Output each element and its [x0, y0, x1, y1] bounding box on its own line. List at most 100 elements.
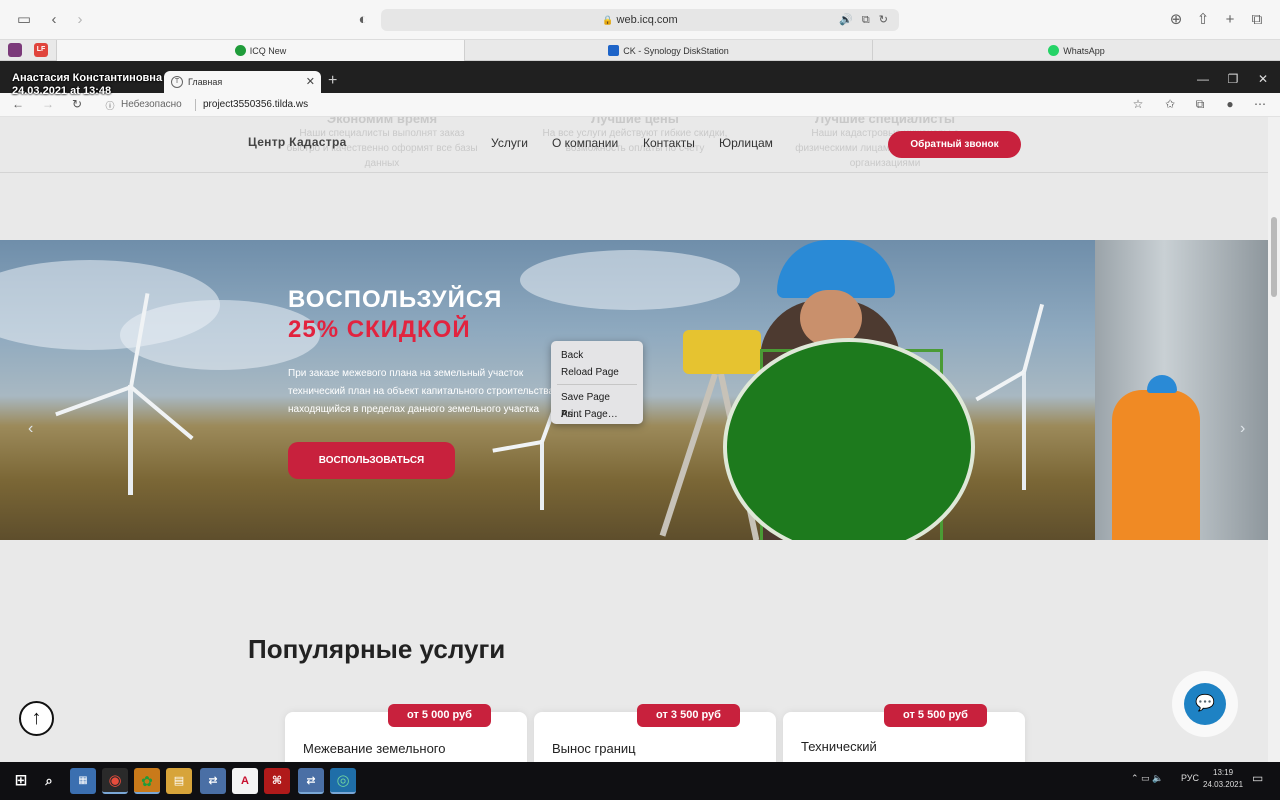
price-badge: от 5 500 руб	[884, 704, 987, 727]
page-scrollbar[interactable]	[1268, 117, 1280, 762]
calculator-icon[interactable]: ▦	[70, 768, 96, 794]
whatsapp-icon	[1048, 45, 1060, 56]
more-menu-icon[interactable]: ⋯	[1252, 97, 1268, 111]
service-card[interactable]: от 5 500 руб Технический	[783, 704, 1025, 762]
slider-prev-icon[interactable]: ‹	[28, 420, 33, 438]
service-title: Вынос границ	[552, 741, 636, 756]
close-window-icon[interactable]: ✕	[1249, 72, 1277, 86]
remote-app-icon[interactable]: ⇄	[200, 768, 226, 794]
network-app-icon[interactable]: ⇄	[298, 768, 324, 794]
address-actions-icons[interactable]: 🔊 ⧉ ↻	[839, 9, 891, 31]
nav-services[interactable]: Услуги	[491, 136, 528, 150]
menu-reload-page[interactable]: Reload Page	[551, 364, 643, 381]
turbine-blade	[975, 370, 1025, 402]
restore-icon[interactable]: ❐	[1219, 72, 1247, 86]
service-card[interactable]: от 3 500 руб Вынос границ	[534, 704, 776, 762]
pdf-reader-icon[interactable]: ⌘	[264, 768, 290, 794]
menu-back[interactable]: Back	[551, 347, 643, 364]
edge-tab-label: Главная	[188, 77, 223, 87]
edge-address-bar: ← → ↻ ⓘ Небезопасно project3550356.tilda…	[0, 93, 1280, 117]
edge-url[interactable]: project3550356.tilda.ws	[203, 99, 308, 110]
pinned-tab-2[interactable]: LF	[34, 43, 48, 57]
back-icon[interactable]: ‹	[44, 10, 64, 30]
turbine-blade	[129, 385, 194, 440]
services-title: Популярные услуги	[248, 634, 506, 664]
edge-tab-home[interactable]: T Главная ✕	[164, 71, 321, 93]
tab-icq[interactable]: ICQ New	[56, 40, 464, 61]
scrollbar-thumb[interactable]	[1271, 217, 1277, 297]
tab-synology[interactable]: CK - Synology DiskStation	[464, 40, 872, 61]
edge-back-icon[interactable]: ←	[10, 97, 26, 111]
slider-next-icon[interactable]: ›	[1240, 420, 1245, 438]
edge-refresh-icon[interactable]: ↻	[69, 97, 85, 111]
service-card[interactable]: от 5 000 руб Межевание земельного	[285, 704, 527, 762]
close-tab-icon[interactable]: ✕	[306, 75, 315, 88]
favorites-icon[interactable]: ✩	[1162, 97, 1178, 111]
sidebar-toggle-icon[interactable]: ▭	[14, 10, 34, 30]
edge-forward-icon[interactable]: →	[40, 97, 56, 111]
menu-save-page-as[interactable]: Save Page As…	[551, 389, 643, 420]
site-logo[interactable]: Центр Кадастра	[248, 135, 347, 149]
nav-about[interactable]: О компании	[552, 136, 618, 150]
tab-whatsapp[interactable]: WhatsApp	[872, 40, 1280, 61]
menu-print-page[interactable]: Print Page…	[551, 406, 643, 423]
security-label[interactable]: Небезопасно	[121, 99, 182, 110]
notifications-icon[interactable]: ▭	[1252, 771, 1263, 785]
cloud-shape	[520, 250, 740, 310]
hero-cta-button[interactable]: ВОСПОЛЬЗОВАТЬСЯ	[288, 442, 455, 479]
surveying-instrument	[683, 330, 761, 374]
profile-avatar-icon[interactable]: ●	[1222, 97, 1238, 111]
pinned-tab-1[interactable]	[8, 43, 22, 57]
safari-tab-bar: LF ICQ New CK - Synology DiskStation Wha…	[0, 40, 1280, 61]
search-icon[interactable]: ⌕	[36, 768, 62, 794]
taskbar-clock[interactable]: 13:19 24.03.2021	[1203, 767, 1243, 791]
callback-button[interactable]: Обратный звонок	[888, 131, 1021, 158]
favorite-star-icon[interactable]: ☆	[1130, 97, 1146, 111]
caller-timestamp: 24.03.2021 at 13:48	[12, 85, 112, 97]
lock-icon: 🔒	[602, 15, 614, 25]
tilda-icon: T	[171, 76, 183, 88]
hero-text-line: технический план на объект капитального …	[288, 386, 557, 397]
turbine-blade	[55, 385, 132, 417]
forward-icon[interactable]: ›	[70, 10, 90, 30]
info-icon[interactable]: ⓘ	[102, 99, 118, 112]
hero-text-line: При заказе межевого плана на земельный у…	[288, 368, 524, 379]
redaction-circle	[723, 338, 975, 540]
acrobat-icon[interactable]: A	[232, 768, 258, 794]
scroll-to-top-button[interactable]: ↑	[19, 701, 54, 736]
chrome-icon[interactable]: ◉	[102, 768, 128, 794]
edge-new-tab-icon[interactable]: +	[328, 72, 337, 90]
service-title: Технический	[801, 739, 877, 754]
web-page: Экономим время Наши специалисты выполнят…	[0, 117, 1268, 762]
tab-overview-icon[interactable]: ⧉	[1247, 10, 1267, 30]
address-bar[interactable]: 🔒 web.icq.com 🔊 ⧉ ↻	[381, 9, 899, 31]
menu-separator	[557, 384, 637, 385]
clock-date: 24.03.2021	[1203, 780, 1244, 789]
start-icon[interactable]: ⊞	[8, 768, 34, 794]
hero-description: При заказе межевого плана на земельный у…	[288, 365, 558, 419]
edge-taskbar-icon[interactable]: ◎	[330, 768, 356, 794]
remote-desktop-view: Анастасия Константиновна 24.03.2021 at 1…	[0, 61, 1280, 800]
privacy-shield-icon[interactable]: ◐	[353, 10, 373, 30]
tripod-leg	[659, 373, 718, 537]
tab-label: WhatsApp	[1063, 45, 1105, 56]
language-indicator[interactable]: РУС	[1181, 773, 1199, 783]
nav-contacts[interactable]: Контакты	[643, 136, 695, 150]
chat-bubble-icon[interactable]: 💬	[1184, 683, 1226, 725]
share-icon[interactable]: ⇧	[1193, 10, 1213, 30]
service-title: Межевание земельного	[303, 741, 446, 756]
collections-icon[interactable]: ⧉	[1192, 97, 1208, 112]
turbine-blade	[492, 440, 543, 453]
wind-turbine	[128, 385, 133, 495]
hero-title: ВОСПОЛЬЗУЙСЯ	[288, 286, 503, 313]
new-tab-icon[interactable]: +	[1220, 10, 1240, 30]
wind-turbine	[1022, 370, 1026, 490]
downloads-icon[interactable]: ⊕	[1166, 10, 1186, 30]
system-tray-icons[interactable]: ⌃ ▭ 🔈	[1131, 773, 1163, 784]
nav-legal-entities[interactable]: Юрлицам	[719, 136, 773, 150]
minimize-icon[interactable]: —	[1189, 72, 1217, 86]
safari-toolbar: ▭ ‹ › ◐ 🔒 web.icq.com 🔊 ⧉ ↻ ⊕ ⇧ + ⧉	[0, 0, 1280, 40]
caller-name: Анастасия Константиновна	[12, 72, 163, 84]
file-explorer-icon[interactable]: ▤	[166, 768, 192, 794]
icq-taskbar-icon[interactable]: ✿	[134, 768, 160, 794]
